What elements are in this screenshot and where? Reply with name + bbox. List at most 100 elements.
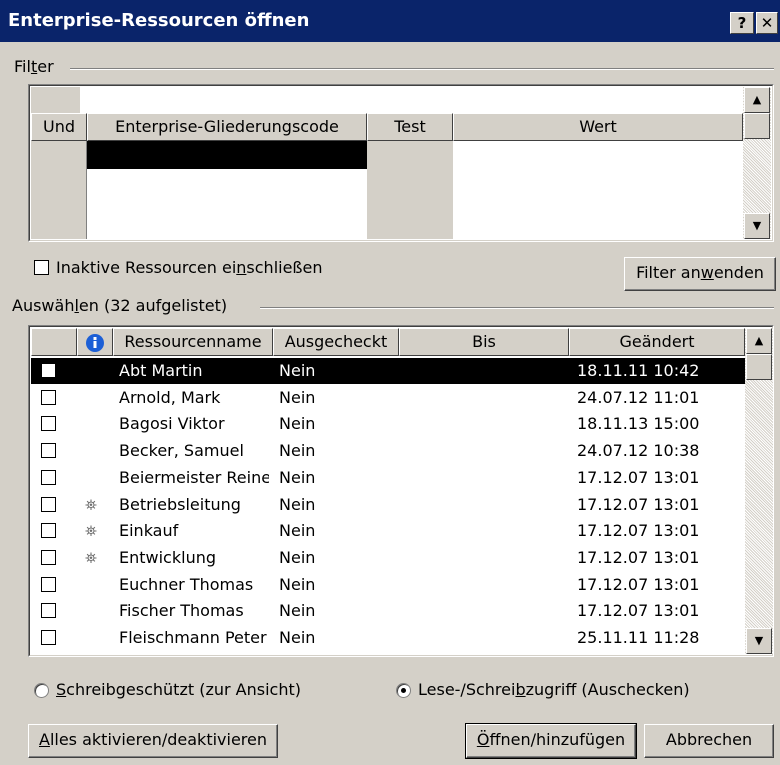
close-button[interactable]: ✕ <box>756 12 778 34</box>
select-label-text: Auswäh <box>12 296 75 315</box>
filter-code-cell-selected[interactable] <box>87 141 367 169</box>
readwrite-text-end: zugriff (Auschecken) <box>525 680 690 699</box>
filter-test-cell[interactable] <box>367 141 453 239</box>
list-scroll-up-icon[interactable]: ▲ <box>746 328 772 354</box>
list-scroll-down-icon[interactable]: ▼ <box>746 628 772 654</box>
row-changed: 17.12.07 13:01 <box>577 521 700 541</box>
toggle-all-button[interactable]: Alles aktivieren/deaktivieren <box>28 724 278 758</box>
row-checkbox[interactable] <box>41 549 56 565</box>
resource-list: Ressourcenname Ausgecheckt Bis Geändert … <box>28 325 774 657</box>
readonly-accel: S <box>56 680 67 699</box>
open-add-text: ffnen/hinzufügen <box>489 730 626 749</box>
generic-resource-icon: ⛯ <box>85 548 98 567</box>
row-checked-out: Nein <box>279 414 316 434</box>
table-row[interactable]: ⛯ Einkauf Nein 17.12.07 13:01 <box>31 518 747 544</box>
row-checked-out: Nein <box>279 467 316 487</box>
readwrite-radio[interactable] <box>396 683 411 698</box>
filter-und-cell[interactable] <box>31 141 87 239</box>
row-checked-out: Nein <box>279 494 316 514</box>
readonly-radio[interactable] <box>34 683 49 698</box>
row-changed: 18.11.11 10:42 <box>577 361 700 380</box>
row-resource-name: Euchner Thomas <box>119 574 254 594</box>
dialog-title: Enterprise-Ressourcen öffnen <box>8 10 310 31</box>
filter-group-line <box>70 68 774 70</box>
readwrite-text: Lese-/Schrei <box>418 680 516 699</box>
row-checkbox[interactable] <box>41 630 56 645</box>
filter-scroll-up-icon[interactable]: ▲ <box>744 87 770 113</box>
row-resource-name: Bagosi Viktor <box>119 414 225 434</box>
readwrite-accel: b <box>515 680 526 699</box>
row-changed: 17.12.07 13:01 <box>577 601 700 621</box>
filter-label-text: Fil <box>14 57 31 76</box>
filter-scroll-thumb[interactable] <box>744 113 770 139</box>
row-resource-name: Betriebsleitung <box>119 494 241 514</box>
inactive-label-text-end: schließen <box>246 258 323 277</box>
row-checkbox[interactable] <box>41 576 56 592</box>
inactive-label-text: Inaktive Ressourcen ei <box>56 258 237 277</box>
apply-filter-button[interactable]: Filter anwenden <box>624 257 776 291</box>
row-checked-out: Nein <box>279 387 316 407</box>
row-checkbox[interactable] <box>41 363 56 378</box>
row-checked-out: Nein <box>279 441 316 461</box>
row-changed: 25.11.11 11:28 <box>577 628 700 647</box>
col-until[interactable]: Bis <box>399 328 569 356</box>
row-checkbox[interactable] <box>41 389 56 405</box>
filter-col-code[interactable]: Enterprise-Gliederungscode <box>87 113 367 141</box>
open-add-button[interactable]: Öffnen/hinzufügen <box>465 723 637 759</box>
row-checked-out: Nein <box>279 361 316 380</box>
readonly-text: chreibgeschützt (zur Ansicht) <box>66 680 301 699</box>
filter-group-label: Filter <box>14 57 54 76</box>
filter-edit-line[interactable] <box>80 87 743 113</box>
row-checkbox[interactable] <box>41 416 56 432</box>
select-group-label: Auswählen (32 aufgelistet) <box>12 296 227 315</box>
generic-resource-icon: ⛯ <box>85 495 98 514</box>
readwrite-label[interactable]: Lese-/Schreibzugriff (Auschecken) <box>418 680 690 699</box>
row-checkbox[interactable] <box>41 523 56 539</box>
table-row[interactable]: Euchner Thomas Nein 17.12.07 13:01 <box>31 572 747 598</box>
dialog-window: Enterprise-Ressourcen öffnen ? ✕ Filter … <box>0 0 780 765</box>
filter-scroll-down-icon[interactable]: ▼ <box>744 213 770 239</box>
readonly-label[interactable]: Schreibgeschützt (zur Ansicht) <box>56 680 301 699</box>
table-row[interactable]: Fleischmann Peter Nein 25.11.11 11:28 <box>31 625 747 651</box>
inactive-resources-checkbox[interactable] <box>34 260 49 275</box>
table-row[interactable]: ⛯ Entwicklung Nein 17.12.07 13:01 <box>31 545 747 571</box>
row-changed: 17.12.07 13:01 <box>577 494 700 514</box>
col-check[interactable] <box>31 328 77 356</box>
help-button[interactable]: ? <box>730 12 754 34</box>
col-changed[interactable]: Geändert <box>569 328 745 356</box>
row-checkbox[interactable] <box>41 603 56 619</box>
row-checked-out: Nein <box>279 601 316 621</box>
row-resource-name: Fischer Thomas <box>119 601 244 621</box>
inactive-resources-label[interactable]: Inaktive Ressourcen einschließen <box>56 258 323 277</box>
table-row[interactable]: Abt Martin Nein 18.11.11 10:42 <box>31 358 747 384</box>
row-checked-out: Nein <box>279 521 316 541</box>
filter-col-test[interactable]: Test <box>367 113 453 141</box>
table-row[interactable]: Fischer Thomas Nein 17.12.07 13:01 <box>31 598 747 624</box>
row-checkbox[interactable] <box>41 496 56 512</box>
row-checkbox[interactable] <box>41 443 56 459</box>
info-icon <box>86 333 104 352</box>
table-row[interactable]: ⛯ Betriebsleitung Nein 17.12.07 13:01 <box>31 492 747 518</box>
row-resource-name: Beiermeister Reine <box>119 467 269 487</box>
apply-filter-text-end: enden <box>713 263 764 282</box>
list-scroll-thumb[interactable] <box>746 354 772 380</box>
row-resource-name: Entwicklung <box>119 547 216 567</box>
select-label-text-end: en (32 aufgelistet) <box>78 296 228 315</box>
table-row[interactable]: Arnold, Mark Nein 24.07.12 11:01 <box>31 385 747 411</box>
table-row[interactable]: Becker, Samuel Nein 24.07.12 10:38 <box>31 438 747 464</box>
row-resource-name: Einkauf <box>119 521 179 541</box>
open-add-accel: Ö <box>476 730 490 749</box>
col-info[interactable] <box>77 328 113 356</box>
row-changed: 18.11.13 15:00 <box>577 414 700 434</box>
col-resource-name[interactable]: Ressourcenname <box>113 328 273 356</box>
resource-rows: Abt Martin Nein 18.11.11 10:42 Arnold, Mark… <box>31 358 747 654</box>
filter-label-text-end: er <box>37 57 54 76</box>
table-row[interactable]: Beiermeister Reine Nein 17.12.07 13:01 <box>31 465 747 491</box>
col-checked-out[interactable]: Ausgecheckt <box>273 328 399 356</box>
filter-col-wert[interactable]: Wert <box>453 113 743 141</box>
filter-col-und[interactable]: Und <box>31 113 87 141</box>
cancel-button[interactable]: Abbrechen <box>644 724 774 758</box>
row-checkbox[interactable] <box>41 469 56 485</box>
table-row[interactable]: Bagosi Viktor Nein 18.11.13 15:00 <box>31 411 747 437</box>
filter-grid: Und Enterprise-Gliederungscode Test Wert… <box>28 84 774 242</box>
